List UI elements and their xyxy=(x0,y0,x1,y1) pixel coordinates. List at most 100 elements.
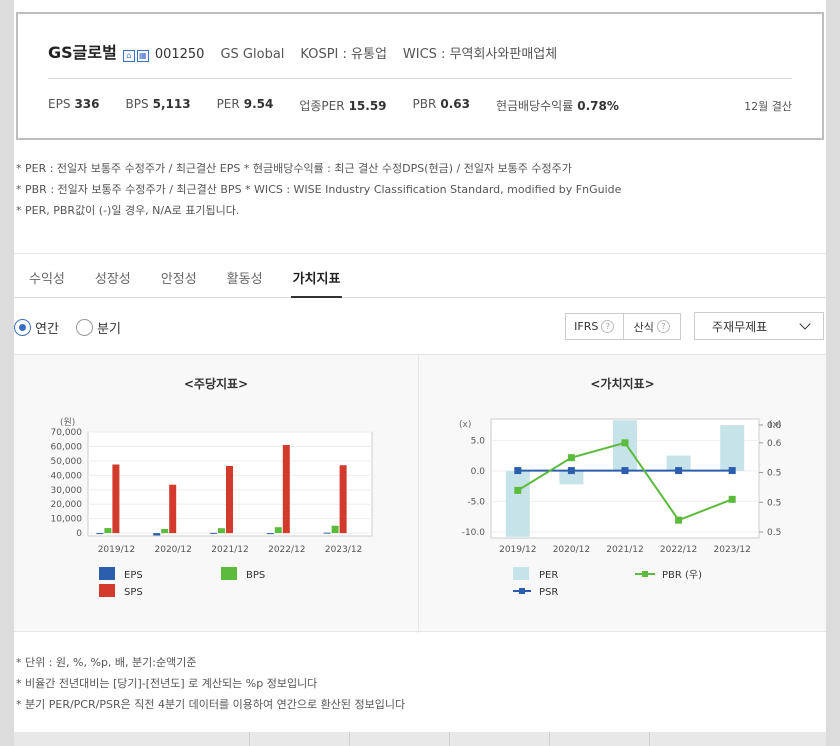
radio-annual[interactable]: 연간 xyxy=(14,318,59,337)
company-info-card: GS글로벌 ⌂ ▦ 001250 GS Global KOSPI : 유통업 W… xyxy=(16,12,824,140)
legend-label: SPS xyxy=(124,587,143,598)
x-tick-label: 2023/12 xyxy=(325,545,362,555)
tab-profitability[interactable]: 수익성 xyxy=(29,254,65,297)
y-left-tick-label: 0.0 xyxy=(471,467,486,477)
section-spacer xyxy=(14,228,826,254)
chevron-down-icon xyxy=(799,318,811,330)
x-tick-label: 2022/12 xyxy=(660,545,697,555)
point-pbr xyxy=(567,454,575,462)
tab-activity[interactable]: 활동성 xyxy=(227,254,263,297)
y-tick-label: 10,000 xyxy=(51,515,83,525)
tab-stability[interactable]: 안정성 xyxy=(161,254,197,297)
legend-label: EPS xyxy=(124,570,143,581)
y-left-tick-label: -5.0 xyxy=(467,497,485,507)
legend-swatch xyxy=(513,567,529,580)
company-english-name: GS Global xyxy=(220,47,285,62)
metrics-row: EPS 336 BPS 5,113 PER 9.54 업종PER 15.59 PBR 0.… xyxy=(48,97,619,114)
per-share-chart: (원)70,000 60,000 50,000 40,000 30,000 20,000 1… xyxy=(51,417,373,598)
metric-dividend-yield: 현금배당수익률 0.78% xyxy=(495,99,619,113)
x-tick-label: 2021/12 xyxy=(211,545,248,555)
radio-selected-icon[interactable] xyxy=(14,319,31,336)
bar-bps xyxy=(218,528,225,534)
bar-bps xyxy=(331,525,339,534)
footnote-line: * 비율간 전년대비는 [당기]-[전년도] 로 계산되는 %p 정보입니다 xyxy=(16,677,318,690)
y-right-tick-label: 0.6 xyxy=(767,439,782,449)
radio-quarterly-label: 분기 xyxy=(97,322,121,337)
y-right-tick-label: 0.5 xyxy=(767,498,781,508)
market-sector: KOSPI : 유통업 xyxy=(300,47,387,62)
bar-per xyxy=(505,470,530,537)
bar-sps xyxy=(339,465,347,534)
bar-per xyxy=(720,425,745,471)
ifrs-button[interactable]: IFRS? xyxy=(566,314,624,339)
company-badges: ⌂ ▦ xyxy=(122,50,149,62)
legend-swatch xyxy=(99,567,115,580)
x-tick-label: 2020/12 xyxy=(155,545,192,555)
y-left-tick-label: -10.0 xyxy=(462,528,486,538)
y-left-tick-label: 5.0 xyxy=(471,436,486,446)
footnote-line: * 단위 : 원, %, %p, 배, 분기:순액기준 xyxy=(16,656,197,669)
y-tick-label: 0 xyxy=(76,529,82,539)
statement-select[interactable]: 주재무제표 xyxy=(694,312,824,340)
per-share-chart-panel: <주당지표> (원) 70,000 60,000 50,000 40,000 30,000… xyxy=(14,355,419,633)
point-psr xyxy=(514,467,522,475)
footnote-line: * 분기 PER/PCR/PSR은 직전 4분기 데이터를 이용하여 연간으로 … xyxy=(16,698,406,711)
bar-eps xyxy=(96,533,104,535)
home-icon[interactable]: ⌂ xyxy=(122,50,135,62)
y-right-tick-label: 0.5 xyxy=(767,469,781,479)
bar-bps xyxy=(104,528,112,534)
legend-label: PER xyxy=(539,570,558,581)
metric-pbr: PBR 0.63 xyxy=(412,97,470,111)
y-axis-unit: (원) xyxy=(60,417,75,428)
legend-swatch xyxy=(99,584,115,597)
note-line: * PER : 전일자 보통주 수정주가 / 최근결산 EPS * 현금배당수익… xyxy=(16,162,572,175)
help-icon[interactable]: ? xyxy=(656,320,670,333)
metric-per: PER 9.54 xyxy=(216,97,274,111)
legend-swatch xyxy=(519,588,525,594)
bar-eps xyxy=(210,532,217,534)
legend-swatch xyxy=(221,567,237,580)
y-left-unit: (x) xyxy=(459,420,471,430)
note-line: * PBR : 전일자 보통주 수정주가 / 최근결산 BPS * WICS :… xyxy=(16,183,622,196)
metric-industry-per: 업종PER 15.59 xyxy=(299,99,387,113)
company-name: GS글로벌 xyxy=(48,43,117,62)
y-right-tick-label: 0.6 xyxy=(767,421,782,431)
bottom-table-header xyxy=(14,732,826,746)
radio-quarterly[interactable]: 분기 xyxy=(76,318,121,337)
y-tick-label: 20,000 xyxy=(51,500,83,510)
bar-bps xyxy=(161,528,169,534)
tab-growth[interactable]: 성장성 xyxy=(95,254,131,297)
point-pbr xyxy=(621,439,629,447)
legend-swatch xyxy=(642,571,648,577)
note-line: * PER, PBR값이 (-)일 경우, N/A로 표기됩니다. xyxy=(16,204,240,217)
indicator-tabs: 수익성 성장성 안정성 활동성 가치지표 xyxy=(14,254,826,298)
chart-controls: 연간 분기 IFRS? 산식? 주재무제표 xyxy=(14,310,826,344)
y-tick-label: 30,000 xyxy=(51,486,83,496)
radio-annual-label: 연간 xyxy=(35,322,59,337)
point-psr xyxy=(621,467,629,475)
stock-code: 001250 xyxy=(154,47,205,62)
bar-eps xyxy=(153,533,161,536)
tab-value-indicators[interactable]: 가치지표 xyxy=(290,254,343,298)
bar-sps xyxy=(282,445,290,534)
settlement-month: 12월 결산 xyxy=(744,100,792,113)
definition-notes: * PER : 전일자 보통주 수정주가 / 최근결산 EPS * 현금배당수익… xyxy=(16,158,621,221)
bar-sps xyxy=(226,465,233,534)
x-tick-label: 2022/12 xyxy=(268,545,305,555)
radio-unselected-icon[interactable] xyxy=(76,319,93,336)
legend-label: PSR xyxy=(539,587,558,598)
y-tick-label: 50,000 xyxy=(51,457,83,467)
help-icon[interactable]: ? xyxy=(601,320,615,333)
x-tick-label: 2023/12 xyxy=(714,545,751,555)
building-icon[interactable]: ▦ xyxy=(136,50,149,62)
x-tick-label: 2019/12 xyxy=(98,545,135,555)
wics-sector: WICS : 무역회사와판매업체 xyxy=(402,47,558,62)
bar-eps xyxy=(323,532,331,534)
charts-area: <주당지표> (원) 70,000 60,000 50,000 40,000 30,000… xyxy=(14,354,826,633)
value-chart-panel: <가치지표> (x) (x) 5.0 0.0 -5.0 -10.0 0.6 0.6 0.5 0.5… xyxy=(419,355,826,633)
calc-button[interactable]: 산식? xyxy=(624,314,681,339)
point-pbr xyxy=(728,495,736,503)
point-pbr xyxy=(514,486,522,494)
point-psr xyxy=(675,467,683,475)
y-tick-label: 70,000 xyxy=(51,428,83,438)
